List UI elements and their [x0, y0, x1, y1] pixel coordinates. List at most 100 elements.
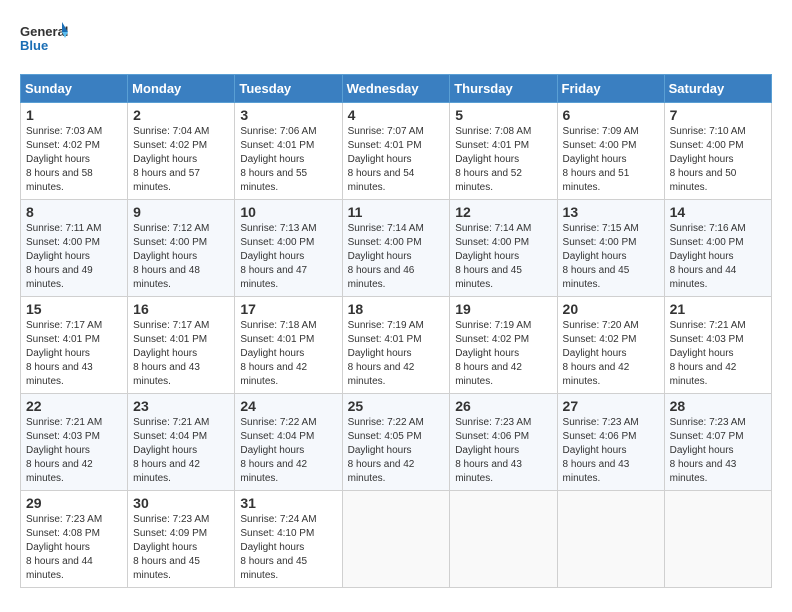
day-number: 1	[26, 107, 122, 123]
day-number: 16	[133, 301, 229, 317]
day-info: Sunrise: 7:23 AM Sunset: 4:06 PM Dayligh…	[455, 416, 551, 486]
calendar-cell: 27 Sunrise: 7:23 AM Sunset: 4:06 PM Dayl…	[557, 394, 664, 491]
calendar-week-row: 22 Sunrise: 7:21 AM Sunset: 4:03 PM Dayl…	[21, 394, 772, 491]
day-info: Sunrise: 7:14 AM Sunset: 4:00 PM Dayligh…	[348, 222, 445, 292]
calendar-cell: 26 Sunrise: 7:23 AM Sunset: 4:06 PM Dayl…	[450, 394, 557, 491]
calendar-week-row: 1 Sunrise: 7:03 AM Sunset: 4:02 PM Dayli…	[21, 103, 772, 200]
day-number: 31	[240, 495, 336, 511]
day-info: Sunrise: 7:22 AM Sunset: 4:05 PM Dayligh…	[348, 416, 445, 486]
column-header-friday: Friday	[557, 75, 664, 103]
calendar-cell: 6 Sunrise: 7:09 AM Sunset: 4:00 PM Dayli…	[557, 103, 664, 200]
column-header-tuesday: Tuesday	[235, 75, 342, 103]
column-header-saturday: Saturday	[664, 75, 771, 103]
calendar-cell: 12 Sunrise: 7:14 AM Sunset: 4:00 PM Dayl…	[450, 200, 557, 297]
day-number: 26	[455, 398, 551, 414]
calendar-table: SundayMondayTuesdayWednesdayThursdayFrid…	[20, 74, 772, 588]
column-header-wednesday: Wednesday	[342, 75, 450, 103]
calendar-cell: 8 Sunrise: 7:11 AM Sunset: 4:00 PM Dayli…	[21, 200, 128, 297]
day-number: 21	[670, 301, 766, 317]
calendar-cell	[664, 491, 771, 588]
calendar-cell: 31 Sunrise: 7:24 AM Sunset: 4:10 PM Dayl…	[235, 491, 342, 588]
day-info: Sunrise: 7:03 AM Sunset: 4:02 PM Dayligh…	[26, 125, 122, 195]
day-info: Sunrise: 7:21 AM Sunset: 4:03 PM Dayligh…	[26, 416, 122, 486]
calendar-week-row: 8 Sunrise: 7:11 AM Sunset: 4:00 PM Dayli…	[21, 200, 772, 297]
day-number: 10	[240, 204, 336, 220]
day-number: 28	[670, 398, 766, 414]
day-info: Sunrise: 7:21 AM Sunset: 4:03 PM Dayligh…	[670, 319, 766, 389]
calendar-cell: 21 Sunrise: 7:21 AM Sunset: 4:03 PM Dayl…	[664, 297, 771, 394]
svg-text:Blue: Blue	[20, 38, 48, 53]
calendar-cell: 3 Sunrise: 7:06 AM Sunset: 4:01 PM Dayli…	[235, 103, 342, 200]
calendar-cell: 25 Sunrise: 7:22 AM Sunset: 4:05 PM Dayl…	[342, 394, 450, 491]
calendar-cell: 16 Sunrise: 7:17 AM Sunset: 4:01 PM Dayl…	[128, 297, 235, 394]
calendar-cell: 20 Sunrise: 7:20 AM Sunset: 4:02 PM Dayl…	[557, 297, 664, 394]
calendar-cell: 14 Sunrise: 7:16 AM Sunset: 4:00 PM Dayl…	[664, 200, 771, 297]
day-info: Sunrise: 7:24 AM Sunset: 4:10 PM Dayligh…	[240, 513, 336, 583]
day-number: 15	[26, 301, 122, 317]
day-info: Sunrise: 7:09 AM Sunset: 4:00 PM Dayligh…	[563, 125, 659, 195]
day-number: 23	[133, 398, 229, 414]
day-info: Sunrise: 7:17 AM Sunset: 4:01 PM Dayligh…	[26, 319, 122, 389]
day-number: 13	[563, 204, 659, 220]
page-header: General Blue	[20, 20, 772, 58]
calendar-cell: 22 Sunrise: 7:21 AM Sunset: 4:03 PM Dayl…	[21, 394, 128, 491]
day-number: 7	[670, 107, 766, 123]
calendar-cell	[342, 491, 450, 588]
day-number: 20	[563, 301, 659, 317]
day-info: Sunrise: 7:06 AM Sunset: 4:01 PM Dayligh…	[240, 125, 336, 195]
day-number: 17	[240, 301, 336, 317]
day-info: Sunrise: 7:20 AM Sunset: 4:02 PM Dayligh…	[563, 319, 659, 389]
calendar-cell: 29 Sunrise: 7:23 AM Sunset: 4:08 PM Dayl…	[21, 491, 128, 588]
calendar-cell: 5 Sunrise: 7:08 AM Sunset: 4:01 PM Dayli…	[450, 103, 557, 200]
day-info: Sunrise: 7:13 AM Sunset: 4:00 PM Dayligh…	[240, 222, 336, 292]
day-info: Sunrise: 7:16 AM Sunset: 4:00 PM Dayligh…	[670, 222, 766, 292]
day-info: Sunrise: 7:07 AM Sunset: 4:01 PM Dayligh…	[348, 125, 445, 195]
calendar-cell: 24 Sunrise: 7:22 AM Sunset: 4:04 PM Dayl…	[235, 394, 342, 491]
calendar-cell: 10 Sunrise: 7:13 AM Sunset: 4:00 PM Dayl…	[235, 200, 342, 297]
day-info: Sunrise: 7:22 AM Sunset: 4:04 PM Dayligh…	[240, 416, 336, 486]
day-number: 9	[133, 204, 229, 220]
day-number: 8	[26, 204, 122, 220]
day-info: Sunrise: 7:19 AM Sunset: 4:02 PM Dayligh…	[455, 319, 551, 389]
day-number: 3	[240, 107, 336, 123]
calendar-cell	[450, 491, 557, 588]
day-info: Sunrise: 7:19 AM Sunset: 4:01 PM Dayligh…	[348, 319, 445, 389]
day-number: 14	[670, 204, 766, 220]
day-number: 2	[133, 107, 229, 123]
calendar-cell: 2 Sunrise: 7:04 AM Sunset: 4:02 PM Dayli…	[128, 103, 235, 200]
calendar-cell: 4 Sunrise: 7:07 AM Sunset: 4:01 PM Dayli…	[342, 103, 450, 200]
day-number: 4	[348, 107, 445, 123]
logo-wordmark: General Blue	[20, 20, 68, 58]
logo-icon: General Blue	[20, 20, 68, 58]
calendar-cell	[557, 491, 664, 588]
day-number: 25	[348, 398, 445, 414]
day-number: 12	[455, 204, 551, 220]
day-info: Sunrise: 7:21 AM Sunset: 4:04 PM Dayligh…	[133, 416, 229, 486]
calendar-week-row: 29 Sunrise: 7:23 AM Sunset: 4:08 PM Dayl…	[21, 491, 772, 588]
day-info: Sunrise: 7:04 AM Sunset: 4:02 PM Dayligh…	[133, 125, 229, 195]
day-info: Sunrise: 7:23 AM Sunset: 4:06 PM Dayligh…	[563, 416, 659, 486]
day-number: 29	[26, 495, 122, 511]
calendar-cell: 17 Sunrise: 7:18 AM Sunset: 4:01 PM Dayl…	[235, 297, 342, 394]
calendar-cell: 13 Sunrise: 7:15 AM Sunset: 4:00 PM Dayl…	[557, 200, 664, 297]
calendar-cell: 7 Sunrise: 7:10 AM Sunset: 4:00 PM Dayli…	[664, 103, 771, 200]
day-info: Sunrise: 7:10 AM Sunset: 4:00 PM Dayligh…	[670, 125, 766, 195]
day-number: 18	[348, 301, 445, 317]
day-info: Sunrise: 7:17 AM Sunset: 4:01 PM Dayligh…	[133, 319, 229, 389]
calendar-cell: 18 Sunrise: 7:19 AM Sunset: 4:01 PM Dayl…	[342, 297, 450, 394]
day-info: Sunrise: 7:23 AM Sunset: 4:07 PM Dayligh…	[670, 416, 766, 486]
day-number: 24	[240, 398, 336, 414]
day-number: 6	[563, 107, 659, 123]
svg-text:General: General	[20, 24, 68, 39]
day-info: Sunrise: 7:15 AM Sunset: 4:00 PM Dayligh…	[563, 222, 659, 292]
day-info: Sunrise: 7:11 AM Sunset: 4:00 PM Dayligh…	[26, 222, 122, 292]
calendar-cell: 28 Sunrise: 7:23 AM Sunset: 4:07 PM Dayl…	[664, 394, 771, 491]
calendar-header-row: SundayMondayTuesdayWednesdayThursdayFrid…	[21, 75, 772, 103]
day-number: 27	[563, 398, 659, 414]
calendar-cell: 11 Sunrise: 7:14 AM Sunset: 4:00 PM Dayl…	[342, 200, 450, 297]
day-number: 11	[348, 204, 445, 220]
calendar-cell: 15 Sunrise: 7:17 AM Sunset: 4:01 PM Dayl…	[21, 297, 128, 394]
day-info: Sunrise: 7:23 AM Sunset: 4:08 PM Dayligh…	[26, 513, 122, 583]
day-info: Sunrise: 7:08 AM Sunset: 4:01 PM Dayligh…	[455, 125, 551, 195]
calendar-cell: 1 Sunrise: 7:03 AM Sunset: 4:02 PM Dayli…	[21, 103, 128, 200]
